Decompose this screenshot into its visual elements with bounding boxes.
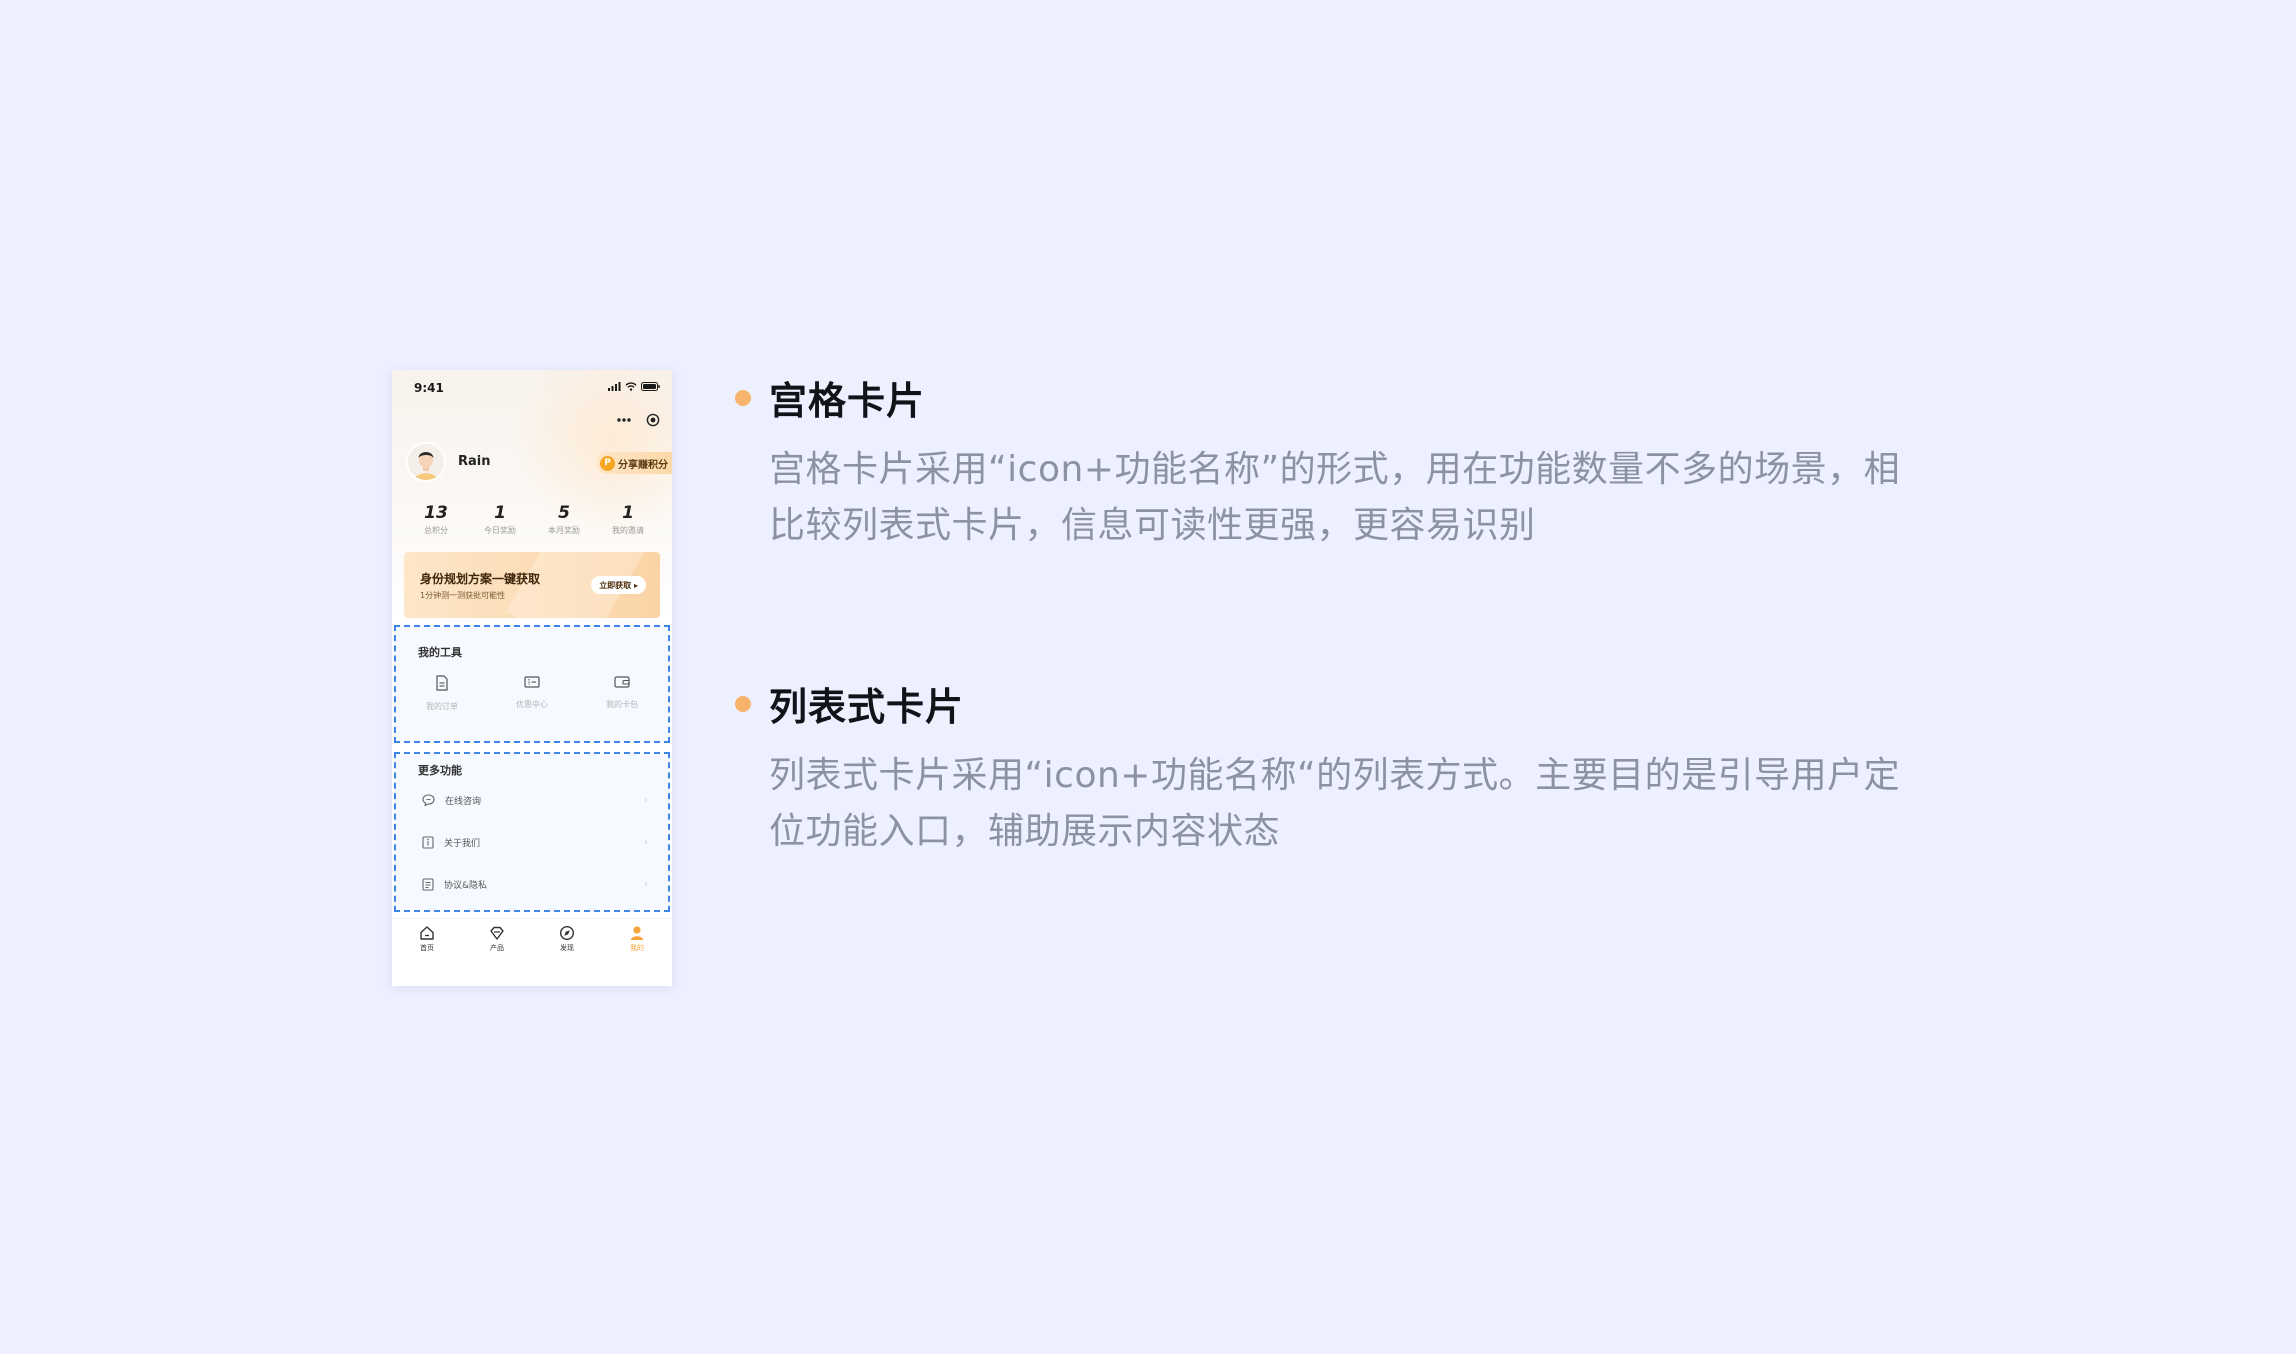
list-item-privacy[interactable]: 协议&隐私 › <box>422 874 648 894</box>
list-item-label: 在线咨询 <box>445 796 482 807</box>
more-icon[interactable] <box>616 417 632 423</box>
status-time: 9:41 <box>414 381 444 395</box>
order-icon <box>436 675 448 691</box>
tool-item-wallet[interactable]: 我的卡包 <box>582 675 662 712</box>
stat-value: 5 <box>558 503 570 523</box>
list-item-consult[interactable]: 在线咨询 › <box>422 790 648 810</box>
phone-mockup: 9:41 Rain P 分享赚积分 13 总积分 1 今日奖励 5 本月奖励 1… <box>392 370 672 986</box>
banner-subtitle: 1分钟测一测获批可能性 <box>420 591 506 600</box>
coupon-icon <box>524 676 540 688</box>
banner-get-button[interactable]: 立即获取 ▸ <box>591 576 646 594</box>
section-description: 宫格卡片采用“icon+功能名称”的形式，用在功能数量不多的场景，相比较列表式卡… <box>769 449 1901 546</box>
tab-label: 首页 <box>420 944 434 952</box>
capsule-actions <box>616 413 660 427</box>
share-points-button[interactable]: P 分享赚积分 <box>596 452 672 474</box>
tools-grid: 我的订单 优惠中心 我的卡包 <box>402 675 662 712</box>
tab-label: 产品 <box>490 944 504 952</box>
chevron-right-icon: › <box>644 836 648 848</box>
compass-icon <box>559 925 575 941</box>
tab-discover[interactable]: 发现 <box>537 925 597 986</box>
chevron-right-icon: › <box>644 794 648 806</box>
tool-label: 我的订单 <box>426 702 458 711</box>
list-item-label: 关于我们 <box>444 838 481 849</box>
tool-item-orders[interactable]: 我的订单 <box>402 675 482 712</box>
list-item-about[interactable]: 关于我们 › <box>422 832 648 852</box>
tab-home[interactable]: 首页 <box>397 925 457 986</box>
diamond-icon <box>490 926 504 940</box>
bullet-dot <box>735 390 751 406</box>
close-target-icon[interactable] <box>646 413 660 427</box>
tab-label: 发现 <box>560 944 574 952</box>
wifi-icon <box>625 382 637 391</box>
tab-products[interactable]: 产品 <box>467 925 527 986</box>
document-icon <box>422 877 434 891</box>
list-item-label: 协议&隐私 <box>444 880 488 891</box>
status-icons <box>608 382 660 391</box>
wallet-icon <box>614 676 630 688</box>
coin-icon: P <box>600 455 615 471</box>
tool-label: 优惠中心 <box>516 700 548 709</box>
stat-value: 1 <box>494 503 506 523</box>
section-title: 宫格卡片 <box>769 379 926 423</box>
stat-label: 今日奖励 <box>484 526 516 535</box>
stat-value: 1 <box>622 503 634 523</box>
stats-row: 13 总积分 1 今日奖励 5 本月奖励 1 我的邀请 <box>404 503 660 536</box>
section-description: 列表式卡片采用“icon+功能名称“的列表方式。主要目的是引导用户定位功能入口，… <box>769 755 1901 852</box>
user-icon <box>630 926 644 940</box>
tools-title: 我的工具 <box>418 646 462 659</box>
stat-item[interactable]: 5 本月奖励 <box>532 503 596 536</box>
stat-label: 总积分 <box>424 526 448 535</box>
home-icon <box>420 926 434 940</box>
stat-item[interactable]: 1 今日奖励 <box>468 503 532 536</box>
chevron-right-icon: › <box>644 878 648 890</box>
stat-label: 本月奖励 <box>548 526 580 535</box>
tool-label: 我的卡包 <box>606 700 638 709</box>
stat-item[interactable]: 1 我的邀请 <box>596 503 660 536</box>
info-icon <box>422 835 434 849</box>
user-name: Rain <box>458 454 491 469</box>
tab-label: 我的 <box>630 944 644 952</box>
chat-icon <box>422 794 435 806</box>
promo-banner[interactable]: 身份规划方案一键获取 1分钟测一测获批可能性 立即获取 ▸ <box>404 552 660 618</box>
banner-title: 身份规划方案一键获取 <box>420 572 541 586</box>
section-title: 列表式卡片 <box>769 685 965 729</box>
tab-mine[interactable]: 我的 <box>607 925 667 986</box>
avatar-person-icon <box>408 444 444 480</box>
stat-label: 我的邀请 <box>612 526 644 535</box>
bullet-dot <box>735 696 751 712</box>
more-title: 更多功能 <box>418 764 462 777</box>
share-label: 分享赚积分 <box>618 459 668 471</box>
stat-item[interactable]: 13 总积分 <box>404 503 468 536</box>
avatar[interactable] <box>406 442 446 482</box>
tab-bar: 首页 产品 发现 我的 <box>392 918 672 986</box>
tool-item-coupons[interactable]: 优惠中心 <box>492 675 572 712</box>
signal-icon <box>608 382 621 391</box>
stat-value: 13 <box>424 503 448 523</box>
battery-icon <box>641 382 660 391</box>
